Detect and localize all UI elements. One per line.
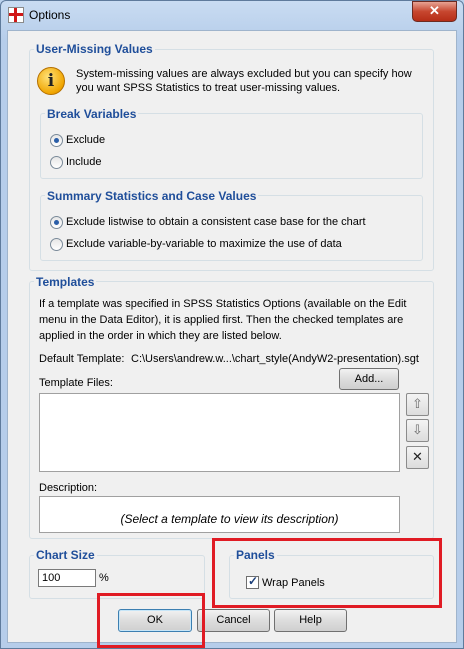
templates-desc-line-1: If a template was specified in SPSS Stat… xyxy=(39,298,407,310)
exclude-listwise-label[interactable]: Exclude listwise to obtain a consistent … xyxy=(66,216,366,228)
arrow-up-icon: ⇧ xyxy=(412,396,423,411)
default-template-label: Default Template: xyxy=(39,353,125,365)
chart-size-input[interactable] xyxy=(38,569,96,587)
arrow-down-icon: ⇩ xyxy=(412,422,423,437)
title-bar: Options ✕ xyxy=(0,0,462,30)
exclude-radio[interactable] xyxy=(50,134,63,147)
cancel-button[interactable]: Cancel xyxy=(197,609,270,632)
description-label: Description: xyxy=(39,482,98,494)
chart-size-legend: Chart Size xyxy=(34,548,97,562)
templates-legend: Templates xyxy=(34,275,97,289)
panels-highlight-box xyxy=(212,538,442,608)
help-button[interactable]: Help xyxy=(274,609,347,632)
break-variables-group xyxy=(40,113,423,179)
x-remove-icon: ✕ xyxy=(412,449,423,464)
templates-desc-line-3: applied in the order in which they are l… xyxy=(39,330,282,342)
move-down-button[interactable]: ⇩ xyxy=(406,419,429,442)
include-radio-label[interactable]: Include xyxy=(66,156,101,168)
exclude-variable-radio[interactable] xyxy=(50,238,63,251)
info-text-line-2: you want SPSS Statistics to treat user-m… xyxy=(76,82,341,94)
exclude-radio-label[interactable]: Exclude xyxy=(66,134,105,146)
exclude-variable-label[interactable]: Exclude variable-by-variable to maximize… xyxy=(66,238,342,250)
break-variables-legend: Break Variables xyxy=(45,107,139,121)
info-icon: i xyxy=(37,67,65,95)
templates-desc-line-2: menu in the Data Editor), it is applied … xyxy=(39,314,404,326)
template-files-list[interactable] xyxy=(39,393,400,472)
include-radio[interactable] xyxy=(50,156,63,169)
exclude-listwise-radio[interactable] xyxy=(50,216,63,229)
user-missing-legend: User-Missing Values xyxy=(34,42,155,56)
default-template-value: C:\Users\andrew.w...\chart_style(AndyW2-… xyxy=(131,353,419,365)
summary-stats-legend: Summary Statistics and Case Values xyxy=(45,189,259,203)
template-files-label: Template Files: xyxy=(39,377,113,389)
description-placeholder: (Select a template to view its descripti… xyxy=(120,512,339,526)
ok-highlight-box xyxy=(97,593,205,648)
move-up-button[interactable]: ⇧ xyxy=(406,393,429,416)
close-button[interactable]: ✕ xyxy=(412,1,457,22)
spss-app-icon xyxy=(8,7,24,23)
add-template-button[interactable]: Add... xyxy=(339,368,399,390)
percent-label: % xyxy=(99,572,109,584)
info-text-line-1: System-missing values are always exclude… xyxy=(76,68,412,80)
window-title: Options xyxy=(29,8,71,22)
summary-stats-group xyxy=(40,195,423,261)
remove-template-button[interactable]: ✕ xyxy=(406,446,429,469)
